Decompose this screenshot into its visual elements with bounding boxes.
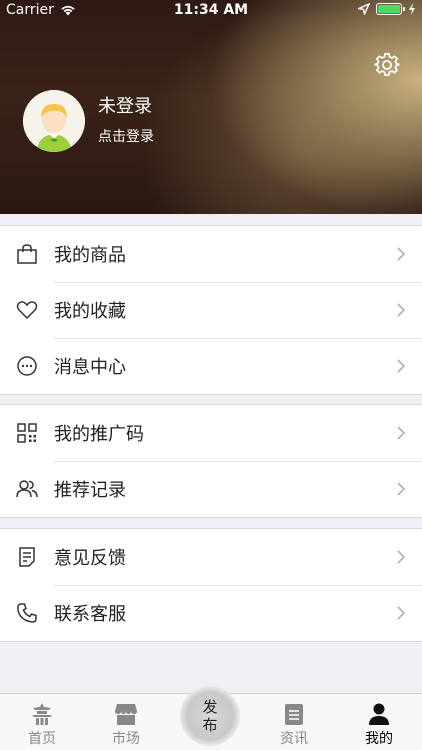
tab-mine[interactable]: 我的 bbox=[349, 702, 409, 748]
gear-icon bbox=[374, 53, 400, 76]
menu-item-referral-records[interactable]: 推荐记录 bbox=[0, 461, 422, 517]
avatar[interactable] bbox=[23, 90, 85, 152]
news-icon bbox=[285, 704, 303, 725]
tab-market-label: 市场 bbox=[112, 731, 140, 747]
menu-item-feedback[interactable]: 意见反馈 bbox=[0, 529, 422, 585]
login-hint[interactable]: 点击登录 bbox=[98, 126, 154, 146]
default-avatar-icon bbox=[23, 90, 85, 152]
chevron-right-icon bbox=[397, 606, 406, 620]
tab-bar: 首页 市场 发 布 资讯 我的 bbox=[0, 686, 422, 750]
location-icon bbox=[358, 3, 370, 15]
phone-icon bbox=[17, 603, 37, 623]
publish-label-2: 布 bbox=[202, 716, 218, 734]
menu-item-my-products[interactable]: 我的商品 bbox=[0, 226, 422, 282]
menu-item-message-center[interactable]: 消息中心 bbox=[0, 338, 422, 394]
chevron-right-icon bbox=[397, 303, 406, 317]
shopping-bag-icon bbox=[17, 244, 37, 264]
tab-market[interactable]: 市场 bbox=[96, 702, 156, 748]
document-icon bbox=[19, 547, 35, 567]
menu-label: 联系客服 bbox=[54, 604, 126, 625]
menu-group-2: 我的推广码 推荐记录 bbox=[0, 404, 422, 518]
qrcode-icon bbox=[17, 423, 37, 443]
menu-group-1: 我的商品 我的收藏 消息中心 bbox=[0, 225, 422, 395]
tab-news[interactable]: 资讯 bbox=[264, 702, 324, 748]
profile-header: Carrier 11:34 AM 未登录 点击登录 bbox=[0, 0, 422, 214]
menu-label: 推荐记录 bbox=[54, 480, 126, 501]
tab-home-label: 首页 bbox=[28, 731, 56, 747]
chevron-right-icon bbox=[397, 550, 406, 564]
user-name[interactable]: 未登录 bbox=[98, 92, 152, 118]
user-icon bbox=[369, 703, 389, 725]
chevron-right-icon bbox=[397, 426, 406, 440]
chevron-right-icon bbox=[397, 247, 406, 261]
menu-label: 我的收藏 bbox=[54, 301, 126, 322]
battery-icon bbox=[376, 3, 405, 15]
status-bar: Carrier 11:34 AM bbox=[0, 0, 422, 22]
publish-label-1: 发 bbox=[202, 698, 218, 716]
store-icon bbox=[115, 704, 137, 725]
tab-home[interactable]: 首页 bbox=[12, 702, 72, 748]
menu-label: 我的推广码 bbox=[54, 424, 144, 445]
users-icon bbox=[16, 480, 38, 498]
menu-label: 消息中心 bbox=[54, 357, 126, 378]
publish-button[interactable]: 发 布 bbox=[180, 686, 240, 746]
menu-group-3: 意见反馈 联系客服 bbox=[0, 528, 422, 642]
settings-button[interactable] bbox=[374, 52, 400, 78]
menu-item-promo-code[interactable]: 我的推广码 bbox=[0, 405, 422, 461]
chevron-right-icon bbox=[397, 482, 406, 496]
message-icon bbox=[17, 356, 37, 376]
chevron-right-icon bbox=[397, 359, 406, 373]
tab-mine-label: 我的 bbox=[365, 731, 393, 747]
menu-label: 意见反馈 bbox=[54, 548, 126, 569]
menu-item-my-favorites[interactable]: 我的收藏 bbox=[0, 282, 422, 338]
tab-news-label: 资讯 bbox=[280, 731, 308, 747]
charging-icon bbox=[409, 3, 415, 15]
menu-item-customer-service[interactable]: 联系客服 bbox=[0, 585, 422, 641]
pagoda-home-icon bbox=[32, 703, 52, 725]
menu-label: 我的商品 bbox=[54, 245, 126, 266]
heart-icon bbox=[16, 301, 38, 320]
